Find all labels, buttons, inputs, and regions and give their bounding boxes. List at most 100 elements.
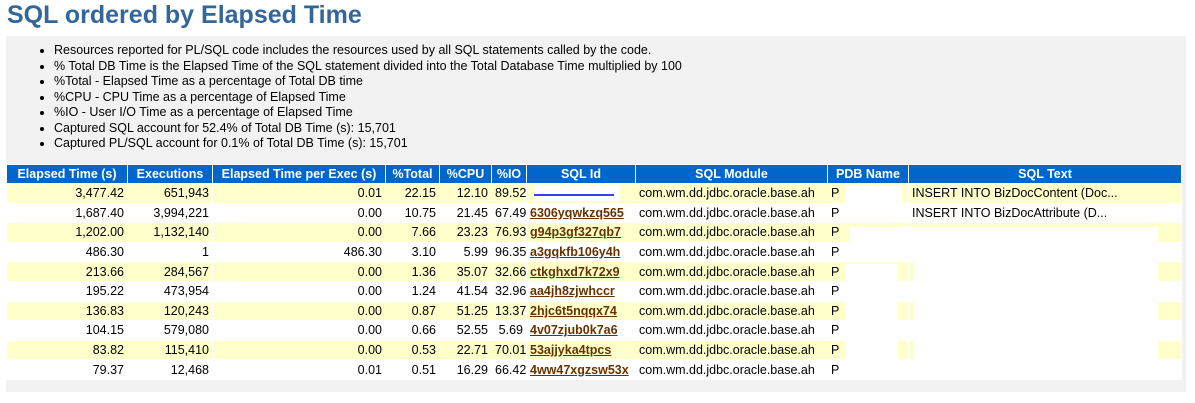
cell-pct-total: 1.24 [386,281,439,301]
cell-executions: 3,994,221 [128,203,212,223]
col-header-sql-id[interactable]: SQL Id [527,165,635,183]
cell-executions: 120,243 [128,301,212,321]
sql-id-link[interactable]: aa4jh8zjwhccr [530,284,615,298]
cell-pct-io: 32.66 [492,262,526,281]
cell-pct-total: 10.75 [386,203,439,223]
cell-sql-module: com.wm.dd.jdbc.oracle.base.ah [636,340,827,360]
sql-id-link[interactable]: 2hjc6t5nqqx74 [530,304,617,318]
cell-sql-text: INSERT INTO BizDocAttribute (D... [909,203,1181,223]
cell-sql-module: com.wm.dd.jdbc.oracle.base.ah [636,360,827,379]
cell-executions: 473,954 [128,281,212,301]
col-header-total[interactable]: %Total [386,165,439,183]
cell-executions: 1 [128,242,212,262]
cell-pct-total: 22.15 [386,184,439,203]
cell-executions: 1,132,140 [128,223,212,242]
cell-pct-io: 66.42 [492,360,526,379]
cell-sql-module: com.wm.dd.jdbc.oracle.base.ah [636,223,827,242]
cell-elapsed-time: 486.30 [7,242,127,262]
cell-sql-id: 53ajjyka4tpcs [527,340,635,360]
cell-sql-id: 4v07zjub0k7a6 [527,321,635,340]
col-header-io[interactable]: %IO [492,165,526,183]
cell-pct-cpu: 52.55 [440,321,491,340]
cell-pct-total: 0.51 [386,360,439,379]
cell-pct-io: 89.52 [492,184,526,203]
cell-sql-module: com.wm.dd.jdbc.oracle.base.ah [636,184,827,203]
note-item: %Total - Elapsed Time as a percentage of… [54,74,682,90]
redaction-scribble [534,194,614,196]
cell-pct-io: 5.69 [492,321,526,340]
cell-elapsed-time: 79.37 [7,360,127,379]
note-item: %CPU - CPU Time as a percentage of Elaps… [54,90,682,106]
cell-sql-module: com.wm.dd.jdbc.oracle.base.ah [636,203,827,223]
cell-pct-total: 0.53 [386,340,439,360]
cell-pct-io: 13.37 [492,301,526,321]
col-header-elapsed[interactable]: Elapsed Time (s) [7,165,127,183]
note-item: Resources reported for PL/SQL code inclu… [54,43,682,59]
cell-sql-id: aa4jh8zjwhccr [527,281,635,301]
cell-pct-io: 67.49 [492,203,526,223]
sql-id-link[interactable]: 4v07zjub0k7a6 [530,323,618,337]
cell-pct-io: 76.93 [492,223,526,242]
redaction-mask [914,228,1158,378]
note-item: %IO - User I/O Time as a percentage of E… [54,105,682,121]
cell-pct-cpu: 51.25 [440,301,491,321]
table-row: 1,687.40 3,994,221 0.00 10.75 21.45 67.49 6306… [7,203,1181,223]
cell-executions: 651,943 [128,184,212,203]
cell-elapsed-time: 195.22 [7,281,127,301]
col-header-sql-module[interactable]: SQL Module [636,165,827,183]
sql-id-link[interactable]: ctkghxd7k72x9 [530,265,620,279]
cell-pct-cpu: 22.71 [440,340,491,360]
cell-sql-text: INSERT INTO BizDocContent (Doc... [909,184,1181,203]
cell-sql-module: com.wm.dd.jdbc.oracle.base.ah [636,321,827,340]
cell-sql-id: g94p3gf327qb7 [527,223,635,242]
cell-elapsed-per-exec: 486.30 [213,242,385,262]
cell-sql-module: com.wm.dd.jdbc.oracle.base.ah [636,301,827,321]
note-item: Captured SQL account for 52.4% of Total … [54,121,682,137]
cell-sql-id: a3gqkfb106y4h [527,242,635,262]
cell-pct-io: 96.35 [492,242,526,262]
col-header-pdb-name[interactable]: PDB Name [828,165,908,183]
cell-sql-module: com.wm.dd.jdbc.oracle.base.ah [636,262,827,281]
cell-pct-cpu: 35.07 [440,262,491,281]
sql-id-link[interactable]: 6306yqwkzq565 [530,206,624,220]
cell-pct-cpu: 23.23 [440,223,491,242]
cell-elapsed-per-exec: 0.00 [213,321,385,340]
cell-elapsed-per-exec: 0.01 [213,360,385,379]
cell-elapsed-per-exec: 0.01 [213,184,385,203]
cell-pct-total: 7.66 [386,223,439,242]
cell-elapsed-time: 213.66 [7,262,127,281]
col-header-sql-text[interactable]: SQL Text [909,165,1181,183]
cell-executions: 115,410 [128,340,212,360]
cell-elapsed-per-exec: 0.00 [213,262,385,281]
cell-pct-cpu: 41.54 [440,281,491,301]
cell-elapsed-per-exec: 0.00 [213,301,385,321]
cell-elapsed-time: 1,202.00 [7,223,127,242]
cell-elapsed-time: 104.15 [7,321,127,340]
col-header-per-exec[interactable]: Elapsed Time per Exec (s) [213,165,385,183]
cell-executions: 12,468 [128,360,212,379]
cell-elapsed-time: 1,687.40 [7,203,127,223]
col-header-executions[interactable]: Executions [128,165,212,183]
cell-sql-module: com.wm.dd.jdbc.oracle.base.ah [636,281,827,301]
cell-pct-total: 0.87 [386,301,439,321]
sql-id-link[interactable]: g94p3gf327qb7 [530,225,621,239]
cell-pct-io: 32.96 [492,281,526,301]
notes-list: Resources reported for PL/SQL code inclu… [34,43,682,152]
page-title: SQL ordered by Elapsed Time [7,1,362,29]
sql-id-link[interactable]: 4ww47xgzsw53x [530,363,629,377]
cell-sql-id: 6306yqwkzq565 [527,203,635,223]
sql-id-link[interactable]: a3gqkfb106y4h [530,245,620,259]
cell-elapsed-per-exec: 0.00 [213,281,385,301]
col-header-cpu[interactable]: %CPU [440,165,491,183]
cell-pct-cpu: 5.99 [440,242,491,262]
cell-pct-cpu: 16.29 [440,360,491,379]
cell-sql-id: 2hjc6t5nqqx74 [527,301,635,321]
sql-id-link[interactable]: 53ajjyka4tpcs [530,343,611,357]
cell-sql-module: com.wm.dd.jdbc.oracle.base.ah [636,242,827,262]
cell-pct-total: 3.10 [386,242,439,262]
cell-pct-total: 1.36 [386,262,439,281]
table-header-row: Elapsed Time (s) Executions Elapsed Time… [7,165,1181,183]
cell-pct-cpu: 12.10 [440,184,491,203]
redaction-mask [846,264,898,376]
cell-elapsed-per-exec: 0.00 [213,223,385,242]
